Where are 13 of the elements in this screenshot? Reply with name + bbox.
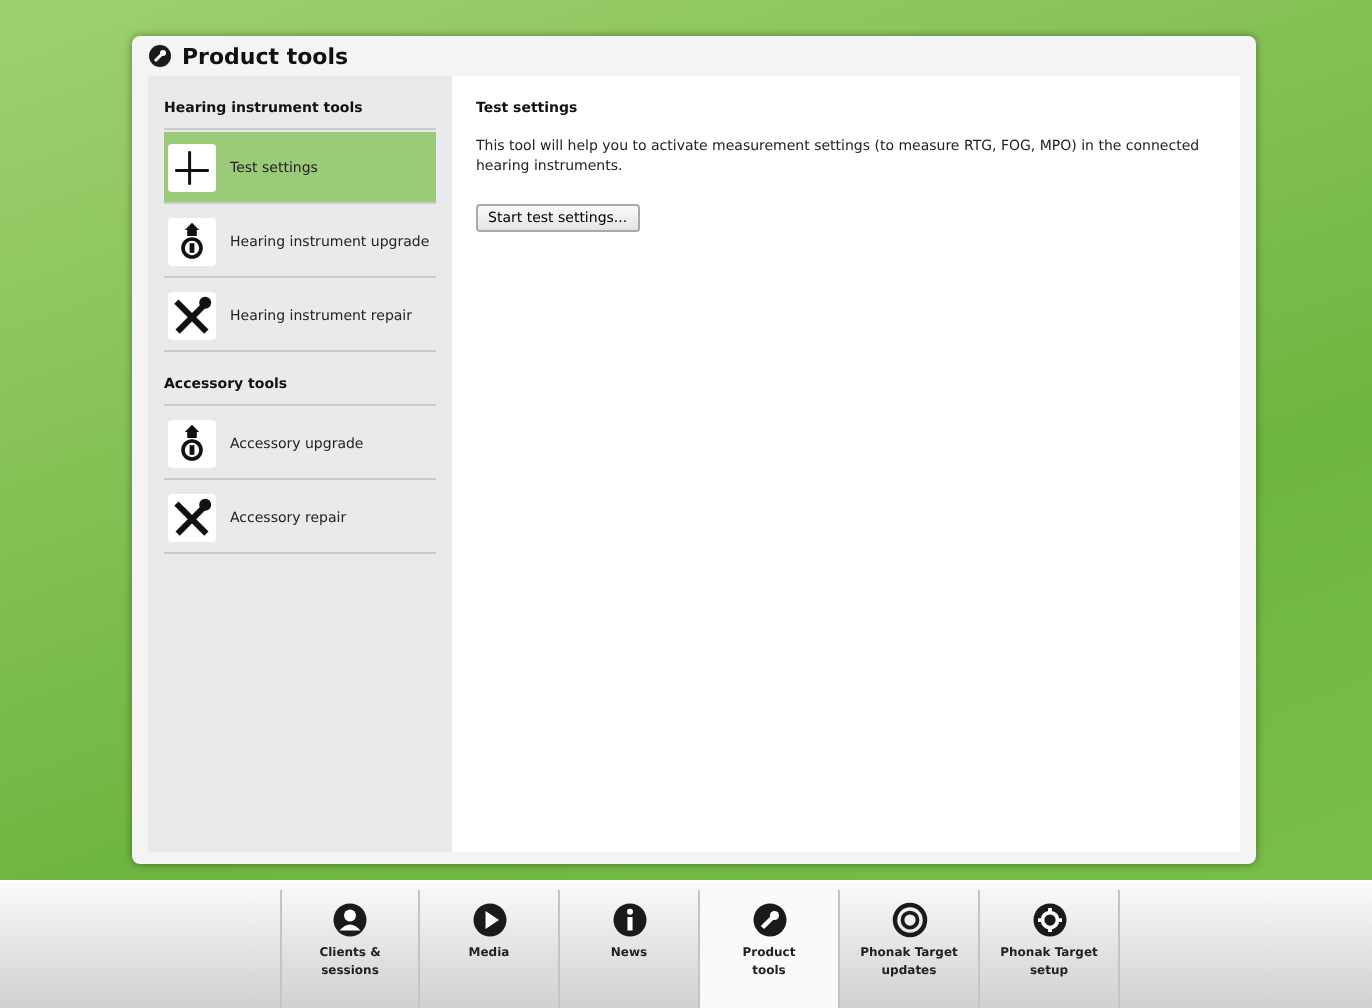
cross-icon [168,143,216,191]
hearing-aid-icon [168,217,216,265]
refresh-icon [891,902,927,938]
wrench-icon [148,44,172,68]
settings-icon [1031,902,1067,938]
person-icon [332,902,368,938]
tools-icon [168,493,216,541]
play-icon [471,902,507,938]
wrench-icon [751,902,787,938]
tools-icon [168,291,216,339]
info-icon [611,902,647,938]
window-title: Product tools [182,43,349,69]
hearing-aid-icon [168,419,216,467]
